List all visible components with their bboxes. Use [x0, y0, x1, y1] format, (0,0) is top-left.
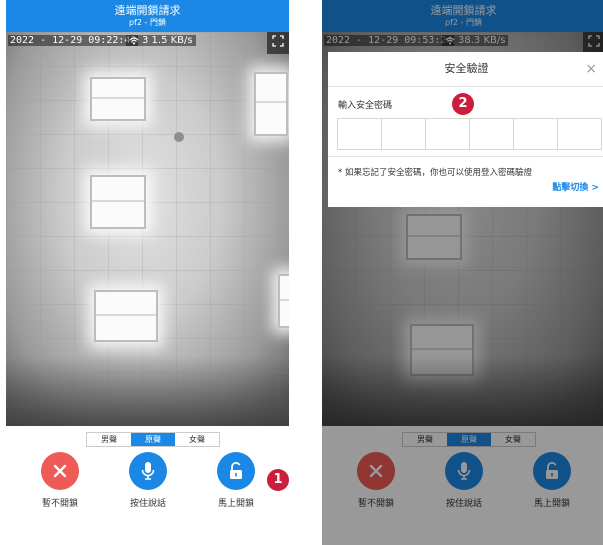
close-icon[interactable] — [41, 452, 79, 490]
step-marker-2: 2 — [452, 93, 474, 115]
divider — [328, 156, 603, 157]
ceiling-light — [90, 175, 146, 229]
pin-digit-box[interactable] — [381, 118, 426, 150]
pin-digit-box[interactable] — [425, 118, 470, 150]
ceiling-light — [90, 77, 146, 121]
pin-digit-box[interactable] — [469, 118, 514, 150]
page-title: 遠端開鎖請求 — [114, 4, 181, 17]
talk-label: 按住說話 — [129, 499, 166, 509]
remote-unlock-screen: 遠端開鎖請求 pf2 - 門鎖 2022 - 12-29 09:22:42 3 … — [6, 0, 289, 545]
ceiling-light — [94, 290, 158, 342]
password-label: 輸入安全密碼 — [338, 101, 393, 111]
app-header: 遠端開鎖請求 pf2 - 門鎖 — [6, 0, 289, 32]
security-verification-dialog: 安全驗證 × 輸入安全密碼 * 如果忘記了安全密碼，你也可以使用登入密碼驗證 點… — [328, 52, 603, 207]
ceiling-light — [278, 274, 289, 328]
security-pin-input[interactable] — [337, 118, 602, 150]
switch-verification-link[interactable]: 點擊切換 > — [552, 180, 599, 193]
pin-digit-box[interactable] — [557, 118, 602, 150]
video-timestamp: 2022 - 12-29 09:22:42 — [8, 35, 139, 46]
fullscreen-icon[interactable] — [267, 32, 289, 54]
voice-option-male[interactable]: 男聲 — [87, 433, 131, 446]
pin-digit-box[interactable] — [513, 118, 558, 150]
unlock-label: 馬上開鎖 — [217, 499, 254, 509]
ceiling-sensor — [174, 132, 184, 142]
page-subtitle: pf2 - 門鎖 — [129, 18, 166, 27]
reject-button[interactable]: 暫不開鎖 — [20, 452, 100, 509]
reject-label: 暫不開鎖 — [41, 499, 78, 509]
voice-option-female[interactable]: 女聲 — [175, 433, 219, 446]
security-verification-screen: 遠端開鎖請求 pf2 - 門鎖 2022 - 12-29 09:53:24 38… — [322, 0, 603, 545]
close-icon[interactable]: × — [585, 52, 597, 86]
bitrate-value: 3 1.5 KB/s — [142, 35, 193, 46]
voice-changer: 男聲 原聲 女聲 — [86, 432, 220, 447]
camera-feed: 2022 - 12-29 09:22:42 3 1.5 KB/s — [6, 32, 289, 426]
pin-digit-box[interactable] — [337, 118, 382, 150]
bitrate-indicator: 3 1.5 KB/s — [126, 35, 196, 46]
forgot-password-hint: * 如果忘記了安全密碼，你也可以使用登入密碼驗證 — [338, 168, 532, 178]
hold-to-talk-button[interactable]: 按住說話 — [108, 452, 188, 509]
unlock-now-button[interactable]: 馬上開鎖 — [196, 452, 276, 509]
step-marker-1: 1 — [267, 469, 289, 491]
wifi-icon — [129, 36, 139, 44]
vignette — [6, 356, 289, 426]
ceiling-light — [254, 72, 288, 136]
microphone-icon[interactable] — [129, 452, 167, 490]
dialog-title: 安全驗證 — [328, 52, 603, 87]
unlock-icon[interactable] — [217, 452, 255, 490]
voice-option-original[interactable]: 原聲 — [131, 433, 175, 446]
